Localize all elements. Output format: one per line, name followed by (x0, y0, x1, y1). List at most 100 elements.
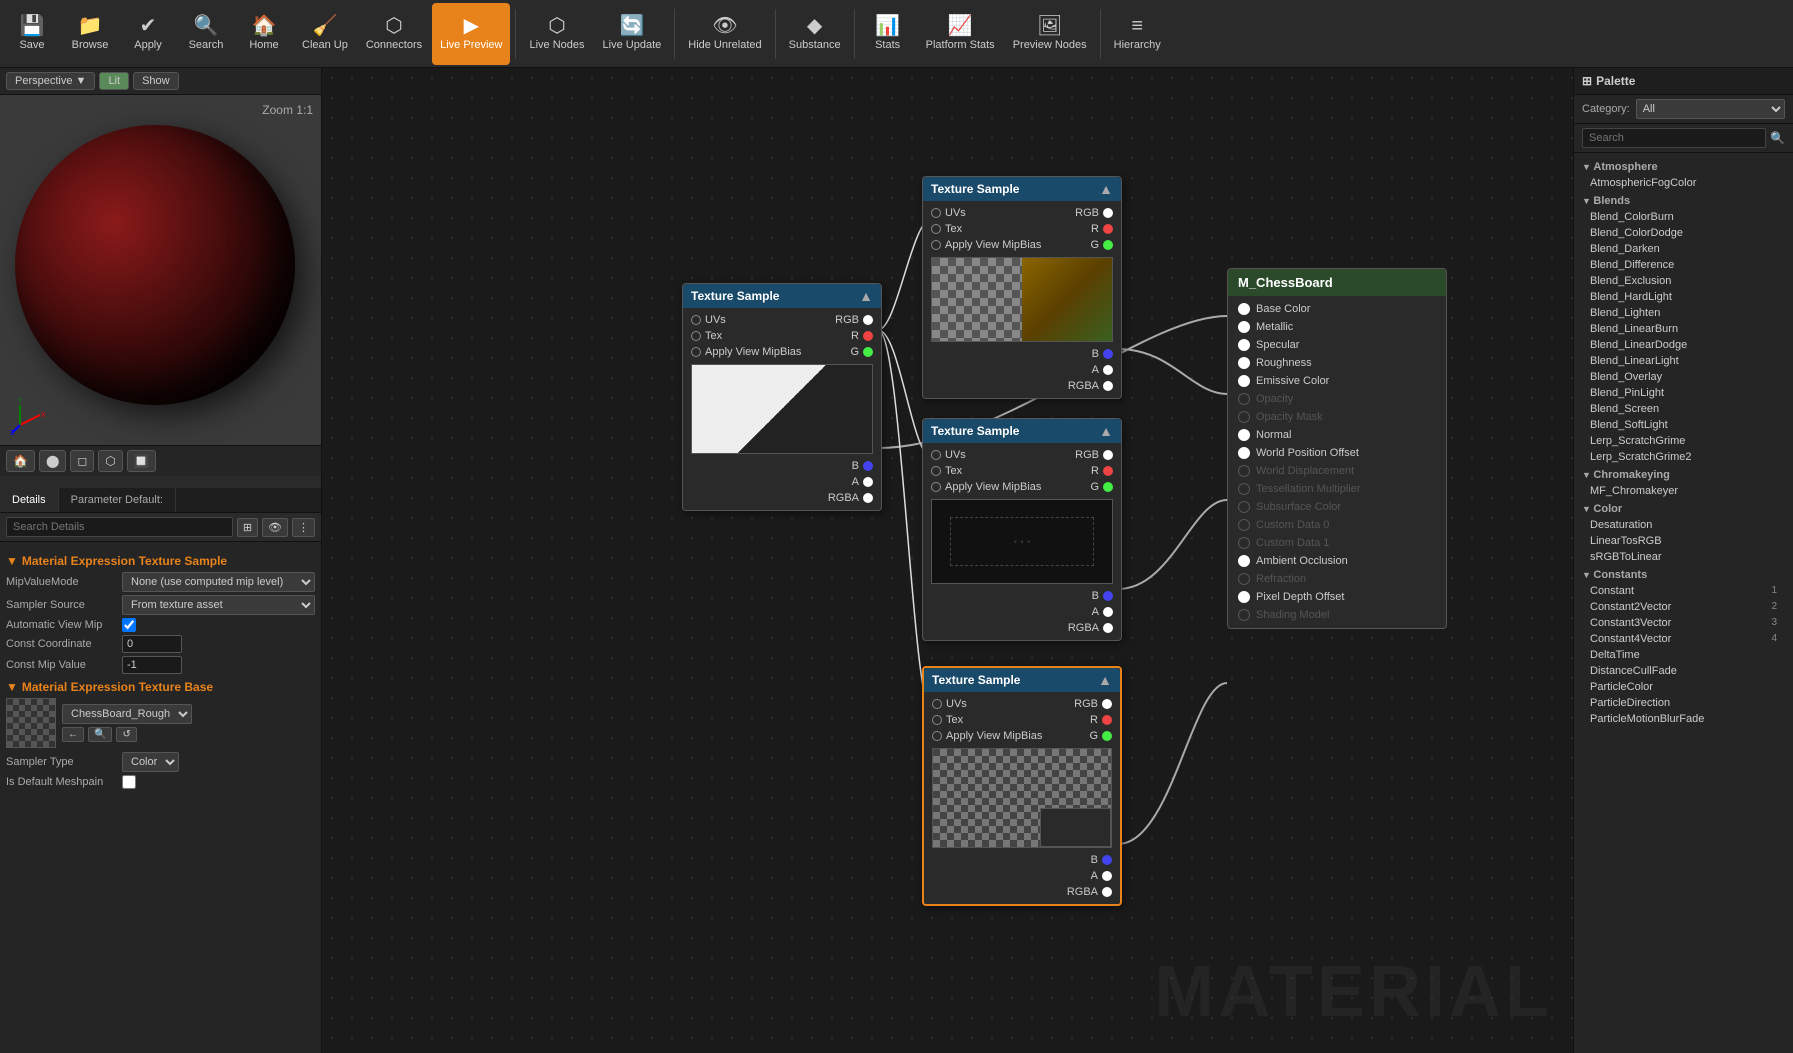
platform-stats-button[interactable]: 📈 Platform Stats (918, 3, 1003, 65)
palette-item[interactable]: DistanceCullFade (1574, 663, 1793, 679)
palette-item[interactable]: Constant2Vector2 (1574, 599, 1793, 615)
palette-item[interactable]: Blend_Exclusion (1574, 273, 1793, 289)
palette-item[interactable]: Blend_ColorDodge (1574, 225, 1793, 241)
save-button[interactable]: 💾 Save (4, 3, 60, 65)
palette-item[interactable]: Constant3Vector3 (1574, 615, 1793, 631)
vp-ctrl-btn-5[interactable]: 🔲 (127, 450, 156, 472)
apply-button[interactable]: ✔ Apply (120, 3, 176, 65)
texture-name-select[interactable]: ChessBoard_Rough (62, 704, 192, 724)
mat-header[interactable]: M_ChessBoard (1228, 269, 1446, 296)
palette-item[interactable]: DeltaTime (1574, 647, 1793, 663)
details-eye-btn[interactable]: 👁 (262, 518, 288, 537)
node-1-collapse[interactable]: ▲ (859, 288, 873, 304)
lit-button[interactable]: Lit (99, 72, 129, 90)
details-tab[interactable]: Details (0, 488, 59, 512)
palette-item[interactable]: AtmosphericFogColor (1574, 175, 1793, 191)
palette-item[interactable]: ParticleColor (1574, 679, 1793, 695)
auto-view-mip-checkbox[interactable] (122, 618, 136, 632)
perspective-dropdown[interactable]: Perspective ▼ (6, 72, 95, 90)
palette-category-blends[interactable]: Blends (1574, 191, 1793, 209)
palette-category-chromakeying[interactable]: Chromakeying (1574, 465, 1793, 483)
texture-sample-node-3[interactable]: Texture Sample ▲ UVs RGB Tex R Apply Vie… (922, 418, 1122, 641)
palette-item[interactable]: Blend_LinearDodge (1574, 337, 1793, 353)
palette-item[interactable]: Constant1 (1574, 583, 1793, 599)
vp-ctrl-btn-4[interactable]: ⬡ (98, 450, 122, 472)
palette-item[interactable]: Blend_Overlay (1574, 369, 1793, 385)
palette-item[interactable]: Blend_LinearLight (1574, 353, 1793, 369)
cleanup-button[interactable]: 🧹 Clean Up (294, 3, 356, 65)
texture-sample-section-header: ▼ Material Expression Texture Sample (6, 554, 315, 568)
show-button[interactable]: Show (133, 72, 179, 90)
palette-item[interactable]: Blend_Screen (1574, 401, 1793, 417)
sampler-source-select[interactable]: From texture asset (122, 595, 315, 615)
palette-category-atmosphere[interactable]: Atmosphere (1574, 157, 1793, 175)
palette-item[interactable]: ParticleDirection (1574, 695, 1793, 711)
palette-item[interactable]: Blend_PinLight (1574, 385, 1793, 401)
node-graph[interactable]: Texture Sample ▲ UVs RGB Tex R Apply Vie… (322, 68, 1573, 1053)
live-nodes-button[interactable]: ⬡ Live Nodes (521, 3, 592, 65)
hide-unrelated-button[interactable]: 👁 Hide Unrelated (680, 3, 769, 65)
pin-a-2 (1103, 365, 1113, 375)
browse-button[interactable]: 📁 Browse (62, 3, 118, 65)
texture-nav-back[interactable]: ← (62, 727, 84, 742)
live-update-button[interactable]: 🔄 Live Update (595, 3, 670, 65)
texture-sample-node-4[interactable]: Texture Sample ▲ UVs RGB Tex R Apply Vie… (922, 666, 1122, 906)
texture-sample-node-1[interactable]: Texture Sample ▲ UVs RGB Tex R Apply Vie… (682, 283, 882, 511)
pin-tex-2 (931, 224, 941, 234)
node-3-collapse[interactable]: ▲ (1099, 423, 1113, 439)
palette-category-label: Category: (1582, 103, 1630, 115)
hierarchy-button[interactable]: ≡ Hierarchy (1106, 3, 1169, 65)
param-defaults-tab[interactable]: Parameter Default: (59, 488, 176, 512)
details-grid-btn[interactable]: ⊞ (237, 518, 258, 537)
live-preview-button[interactable]: ▶ Live Preview (432, 3, 510, 65)
node-2-header[interactable]: Texture Sample ▲ (923, 177, 1121, 201)
palette-item[interactable]: Blend_Lighten (1574, 305, 1793, 321)
mip-value-mode-select[interactable]: None (use computed mip level) (122, 572, 315, 592)
palette-item[interactable]: Blend_HardLight (1574, 289, 1793, 305)
node-2-collapse[interactable]: ▲ (1099, 181, 1113, 197)
palette-item[interactable]: Constant4Vector4 (1574, 631, 1793, 647)
texture-sample-node-2[interactable]: Texture Sample ▲ UVs RGB Tex R Apply Vie… (922, 176, 1122, 399)
node-3-header[interactable]: Texture Sample ▲ (923, 419, 1121, 443)
palette-category-select[interactable]: All (1636, 99, 1785, 119)
search-button[interactable]: 🔍 Search (178, 3, 234, 65)
texture-refresh-btn[interactable]: ↺ (116, 727, 136, 742)
palette-item[interactable]: Blend_Darken (1574, 241, 1793, 257)
node-3-uvs-pin: UVs (931, 449, 966, 461)
palette-category-constants[interactable]: Constants (1574, 565, 1793, 583)
palette-item[interactable]: Blend_Difference (1574, 257, 1793, 273)
texture-sample-section-collapse[interactable]: ▼ (6, 554, 18, 568)
node-4-collapse[interactable]: ▲ (1098, 672, 1112, 688)
details-more-btn[interactable]: ⋮ (292, 518, 315, 537)
const-mip-input[interactable] (122, 656, 182, 674)
palette-item[interactable]: sRGBToLinear (1574, 549, 1793, 565)
palette-item[interactable]: Blend_ColorBurn (1574, 209, 1793, 225)
texture-base-section-collapse[interactable]: ▼ (6, 680, 18, 694)
palette-search-input[interactable] (1582, 128, 1766, 148)
palette-item[interactable]: MF_Chromakeyer (1574, 483, 1793, 499)
connectors-button[interactable]: ⬡ Connectors (358, 3, 430, 65)
node-4-header[interactable]: Texture Sample ▲ (924, 668, 1120, 692)
palette-item[interactable]: Blend_LinearBurn (1574, 321, 1793, 337)
palette-category-color[interactable]: Color (1574, 499, 1793, 517)
palette-item[interactable]: Lerp_ScratchGrime2 (1574, 449, 1793, 465)
palette-item[interactable]: Blend_SoftLight (1574, 417, 1793, 433)
palette-item[interactable]: Desaturation (1574, 517, 1793, 533)
palette-item[interactable]: LinearTosRGB (1574, 533, 1793, 549)
node-1-header[interactable]: Texture Sample ▲ (683, 284, 881, 308)
is-default-checkbox[interactable] (122, 775, 136, 789)
home-button[interactable]: 🏠 Home (236, 3, 292, 65)
palette-item[interactable]: ParticleMotionBlurFade (1574, 711, 1793, 727)
const-coord-input[interactable] (122, 635, 182, 653)
details-search-input[interactable] (6, 517, 233, 537)
vp-ctrl-btn-3[interactable]: ◻ (70, 450, 94, 472)
substance-button[interactable]: ◆ Substance (781, 3, 849, 65)
preview-nodes-button[interactable]: 🖼 Preview Nodes (1005, 3, 1095, 65)
texture-search-btn[interactable]: 🔍 (88, 727, 112, 742)
stats-button[interactable]: 📊 Stats (860, 3, 916, 65)
vp-ctrl-btn-2[interactable]: ⬤ (39, 450, 66, 472)
material-node[interactable]: M_ChessBoard Base Color Metallic Specula… (1227, 268, 1447, 629)
palette-item[interactable]: Lerp_ScratchGrime (1574, 433, 1793, 449)
sampler-type-select[interactable]: Color (122, 752, 179, 772)
vp-ctrl-btn-1[interactable]: 🏠 (6, 450, 35, 472)
